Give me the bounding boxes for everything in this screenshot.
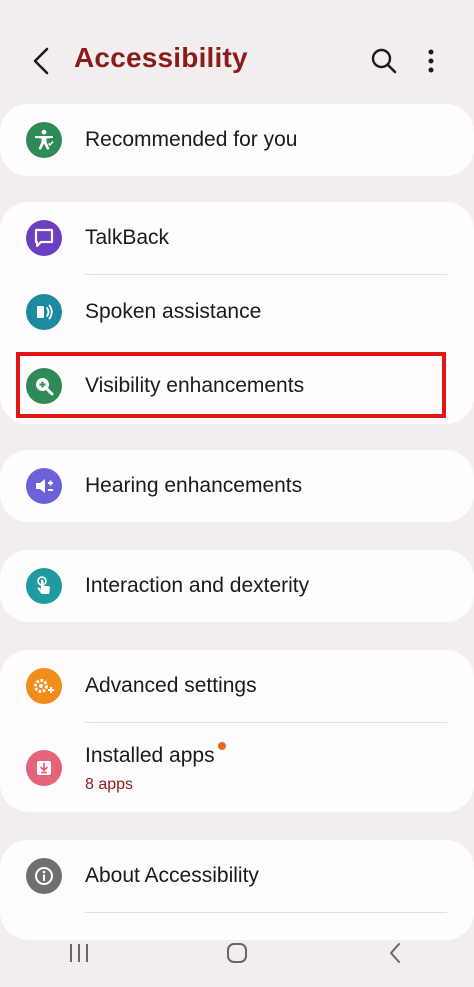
- back-button[interactable]: [26, 44, 56, 78]
- search-icon: [371, 48, 397, 74]
- home-icon: [227, 942, 247, 963]
- menu-item-label: Recommended for you: [85, 128, 298, 151]
- talkback-icon: [26, 220, 62, 256]
- menu-item-label: Visibility enhancements: [85, 374, 305, 397]
- installed-apps-count: 8 apps: [85, 776, 134, 793]
- system-back-button[interactable]: [365, 923, 425, 983]
- hearing-icon: [26, 468, 62, 504]
- touch-hand-icon: [26, 568, 62, 604]
- new-badge-dot: [217, 742, 226, 750]
- page-title: Accessibility: [74, 42, 248, 73]
- more-options-button[interactable]: [418, 44, 444, 78]
- home-button[interactable]: [207, 923, 267, 983]
- search-button[interactable]: [366, 44, 402, 78]
- card-advanced: Advanced settings Installed apps 8 apps: [0, 650, 474, 812]
- accessibility-person-icon: [26, 122, 62, 158]
- divider: [85, 274, 447, 275]
- info-icon: [26, 858, 62, 894]
- menu-item-installed-apps[interactable]: Installed apps 8 apps: [0, 724, 474, 812]
- divider: [85, 912, 447, 913]
- chevron-left-icon: [33, 47, 49, 75]
- menu-item-recommended[interactable]: Recommended for you: [0, 104, 474, 176]
- zoom-in-icon: [26, 368, 62, 404]
- menu-item-talkback[interactable]: TalkBack: [0, 202, 474, 274]
- app-header: Accessibility: [0, 0, 474, 110]
- menu-item-hearing-enhancements[interactable]: Hearing enhancements: [0, 450, 474, 522]
- installed-apps-label: Installed apps: [85, 744, 215, 767]
- card-recommended: Recommended for you: [0, 104, 474, 176]
- menu-item-advanced-settings[interactable]: Advanced settings: [0, 650, 474, 722]
- menu-item-label: Hearing enhancements: [85, 474, 303, 497]
- chevron-left-icon: [390, 942, 400, 963]
- system-navigation-bar: [0, 918, 474, 987]
- more-vertical-icon: [428, 49, 434, 73]
- menu-item-about-accessibility[interactable]: About Accessibility: [0, 840, 474, 912]
- spoken-assistance-icon: [26, 294, 62, 330]
- gear-plus-icon: [26, 668, 62, 704]
- menu-item-label: Interaction and dexterity: [85, 574, 310, 597]
- card-vision: TalkBack Spoken assistance Visibility en…: [0, 202, 474, 424]
- menu-item-label: Installed apps: [85, 742, 226, 768]
- download-tray-icon: [26, 750, 62, 786]
- divider: [85, 722, 447, 723]
- menu-item-label: Advanced settings: [85, 674, 257, 697]
- menu-item-label: About Accessibility: [85, 864, 259, 887]
- recent-apps-button[interactable]: [49, 923, 109, 983]
- menu-item-visibility-enhancements[interactable]: Visibility enhancements: [0, 350, 474, 422]
- card-hearing: Hearing enhancements: [0, 450, 474, 522]
- menu-item-label: Spoken assistance: [85, 300, 262, 323]
- recent-apps-icon: [70, 943, 88, 962]
- menu-item-spoken-assistance[interactable]: Spoken assistance: [0, 276, 474, 348]
- card-interaction: Interaction and dexterity: [0, 550, 474, 622]
- menu-item-interaction-dexterity[interactable]: Interaction and dexterity: [0, 550, 474, 622]
- menu-item-label: TalkBack: [85, 226, 170, 249]
